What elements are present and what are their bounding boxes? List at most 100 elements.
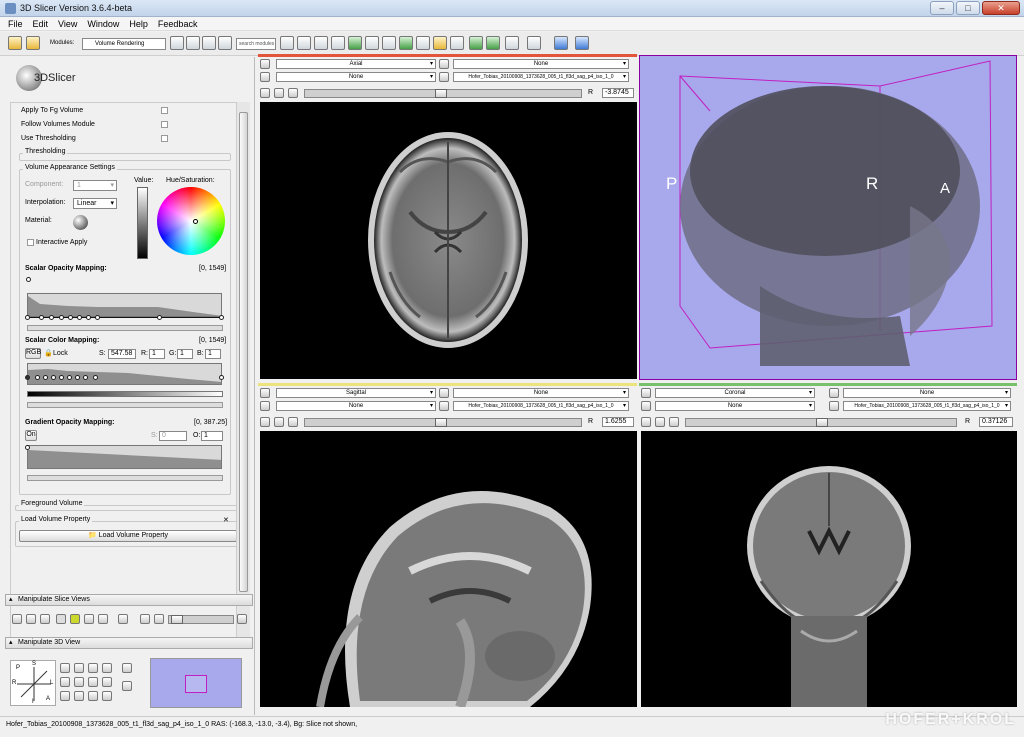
3d-view-thumbnail[interactable] — [150, 658, 242, 708]
coronal-offset-field[interactable]: 0.37126 — [979, 417, 1013, 427]
rgb-button[interactable]: RGB — [25, 348, 41, 359]
follow-volumes-checkbox[interactable] — [161, 121, 168, 128]
snapshot-icon[interactable] — [88, 691, 98, 701]
gradient-on-button[interactable]: On — [25, 430, 37, 441]
component-select[interactable]: 1 — [73, 180, 117, 191]
coronal-slice-view[interactable] — [641, 431, 1017, 707]
slice-menu-icon[interactable] — [237, 614, 247, 624]
axial-label-icon[interactable] — [439, 59, 449, 69]
coronal-fg-icon[interactable] — [641, 401, 651, 411]
coronal-visibility-icon[interactable] — [641, 417, 651, 427]
color-point[interactable] — [35, 375, 40, 380]
color-point[interactable] — [83, 375, 88, 380]
view-center-icon[interactable] — [74, 677, 84, 687]
slice-fov-icon[interactable] — [12, 614, 22, 624]
redo-icon[interactable] — [486, 36, 500, 50]
opacity-reset-icon[interactable] — [26, 277, 31, 282]
axial-fg-icon[interactable] — [260, 72, 270, 82]
rotate-left-icon[interactable] — [60, 663, 70, 673]
gradient-opacity-editor[interactable] — [27, 445, 222, 469]
coronal-expand-icon[interactable] — [655, 417, 665, 427]
settings-icon[interactable] — [218, 36, 232, 50]
fiducials-icon[interactable] — [365, 36, 379, 50]
sagittal-slice-view[interactable] — [260, 431, 637, 707]
rock-icon[interactable] — [60, 691, 70, 701]
scalar-color-range-slider[interactable] — [27, 402, 223, 408]
maximize-button[interactable]: □ — [956, 1, 980, 15]
close-icon[interactable]: ✕ — [223, 516, 229, 524]
b-field[interactable]: 1 — [205, 349, 221, 359]
close-button[interactable]: ✕ — [982, 1, 1020, 15]
editor-icon[interactable] — [382, 36, 396, 50]
slice-fit-icon[interactable] — [140, 614, 150, 624]
color-icon[interactable] — [416, 36, 430, 50]
module-search-input[interactable]: search modules — [236, 38, 276, 50]
slice-spacing-icon[interactable] — [70, 614, 80, 624]
sagittal-offset-knob[interactable] — [435, 418, 447, 427]
module-scrollbar[interactable] — [236, 102, 250, 642]
menu-feedback[interactable]: Feedback — [158, 17, 198, 30]
save-scene-icon[interactable] — [26, 36, 40, 50]
color-point[interactable] — [75, 375, 80, 380]
orientation-compass[interactable]: P S R L A I — [10, 660, 56, 706]
s-field[interactable]: 547.58 — [108, 349, 136, 359]
axial-fg-select[interactable]: None — [276, 72, 436, 82]
use-thresholding-checkbox[interactable] — [161, 135, 168, 142]
coronal-label-icon[interactable] — [829, 388, 839, 398]
opacity-point[interactable] — [77, 315, 82, 320]
zoom-in-icon[interactable] — [88, 663, 98, 673]
refresh-icon[interactable] — [575, 36, 589, 50]
sagittal-visibility-icon[interactable] — [260, 417, 270, 427]
scalar-opacity-range-slider[interactable] — [27, 325, 223, 331]
module-scroll-area[interactable]: Apply To Fg Volume Follow Volumes Module… — [10, 102, 245, 642]
coronal-bg-select[interactable]: Hofer_Tobias_20100908_1373628_005_t1_fl3… — [843, 401, 1011, 411]
layout-icon[interactable] — [505, 36, 519, 50]
visibility-icon[interactable] — [122, 663, 132, 673]
r-field[interactable]: 1 — [149, 349, 165, 359]
menu-window[interactable]: Window — [87, 17, 119, 30]
sagittal-fg-icon[interactable] — [260, 401, 270, 411]
opacity-point[interactable] — [68, 315, 73, 320]
module-select[interactable]: Volume Rendering — [82, 38, 166, 50]
slice-layout-icon[interactable] — [26, 614, 36, 624]
axial-pin-icon[interactable] — [288, 88, 298, 98]
value-gradient-slider[interactable] — [137, 187, 148, 259]
slice-opacity-slider[interactable] — [168, 615, 234, 624]
coronal-fg-select[interactable]: None — [655, 401, 815, 411]
gradient-s-field[interactable]: 0 — [159, 431, 187, 441]
coronal-pin-icon[interactable] — [669, 417, 679, 427]
color-point[interactable] — [43, 375, 48, 380]
axial-bg-icon[interactable] — [439, 72, 449, 82]
coronal-label-select[interactable]: None — [843, 388, 1011, 398]
axial-expand-icon[interactable] — [274, 88, 284, 98]
axial-slice-view[interactable] — [260, 102, 637, 379]
slice-opacity-knob[interactable] — [171, 615, 183, 624]
module-list-icon[interactable] — [202, 36, 216, 50]
coronal-orientation-select[interactable]: Coronal — [655, 388, 815, 398]
interpolation-select[interactable]: Linear — [73, 198, 117, 209]
manipulate-3d-view-header[interactable]: Manipulate 3D View — [5, 637, 253, 649]
thresholding-title[interactable]: Thresholding — [23, 148, 68, 155]
module-scrollbar-thumb[interactable] — [239, 112, 248, 592]
scalar-opacity-editor[interactable] — [27, 293, 222, 317]
coronal-bg-icon[interactable] — [829, 401, 839, 411]
sagittal-expand-icon[interactable] — [274, 417, 284, 427]
ortho-icon[interactable] — [74, 691, 84, 701]
g-field[interactable]: 1 — [177, 349, 193, 359]
back-arrow-icon[interactable] — [170, 36, 184, 50]
coronal-offset-knob[interactable] — [816, 418, 828, 427]
camera-icon[interactable] — [433, 36, 447, 50]
data-icon[interactable] — [297, 36, 311, 50]
manipulate-slice-views-header[interactable]: Manipulate Slice Views — [5, 594, 253, 606]
sagittal-link-icon[interactable] — [260, 388, 270, 398]
lock-icon[interactable]: 🔒 — [44, 349, 53, 357]
hue-picker-handle[interactable] — [193, 219, 198, 224]
volumes-icon[interactable] — [314, 36, 328, 50]
measurements-icon[interactable] — [399, 36, 413, 50]
gradient-range-slider[interactable] — [27, 475, 223, 481]
opacity-point[interactable] — [49, 315, 54, 320]
color-point[interactable] — [67, 375, 72, 380]
color-point[interactable] — [93, 375, 98, 380]
color-point[interactable] — [25, 375, 30, 380]
opacity-point[interactable] — [95, 315, 100, 320]
